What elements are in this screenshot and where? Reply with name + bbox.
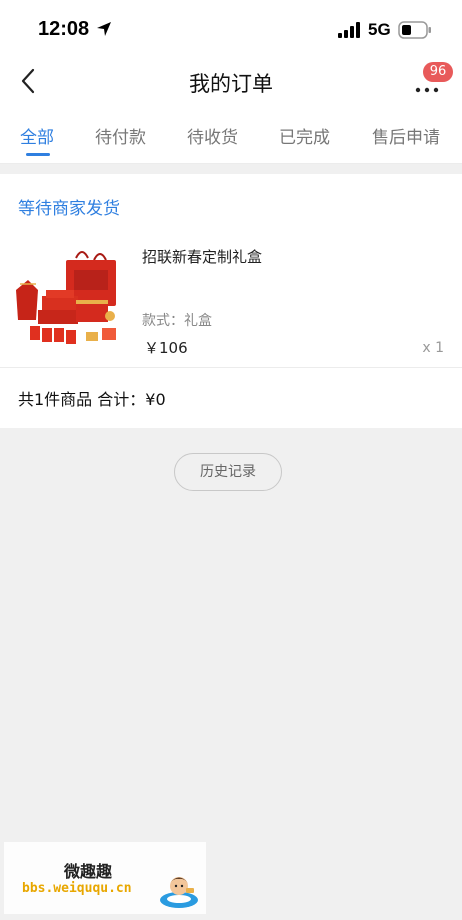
order-card[interactable]: 等待商家发货 招联新春定制礼盒 款式：礼盒 ￥106 x 1 共1件商品 合计：… [0, 174, 462, 428]
product-image[interactable] [10, 244, 126, 352]
tab-pending-payment[interactable]: 待付款 [95, 123, 146, 148]
mascot-icon [160, 877, 198, 908]
tab-after-sales[interactable]: 售后申请 [372, 123, 440, 148]
tab-all[interactable]: 全部 [20, 123, 54, 148]
history-button[interactable]: 历史记录 [174, 453, 282, 491]
battery-icon [398, 21, 431, 39]
status-bar: 12:08 5G [0, 0, 462, 56]
section-gap [0, 164, 462, 174]
location-arrow-icon [97, 22, 111, 36]
divider [0, 367, 462, 368]
tab-completed[interactable]: 已完成 [279, 123, 330, 148]
watermark-title: 微趣趣 [64, 862, 113, 881]
order-status: 等待商家发货 [18, 199, 120, 219]
product-spec: 款式：礼盒 [142, 313, 212, 329]
nav-header: 我的订单 [0, 56, 462, 106]
notification-badge: 96 [423, 62, 453, 82]
page-title: 我的订单 [189, 72, 273, 96]
watermark-url: bbs.weiququ.cn [22, 881, 132, 896]
status-time: 12:08 [38, 18, 90, 40]
product-price: ￥106 [144, 339, 188, 357]
watermark: 微趣趣 bbs.weiququ.cn [4, 842, 206, 914]
product-quantity: x 1 [422, 340, 444, 356]
network-type: 5G [368, 20, 391, 39]
tab-pending-receipt[interactable]: 待收货 [187, 123, 238, 148]
product-name[interactable]: 招联新春定制礼盒 [142, 246, 262, 267]
order-tabs: 全部 待付款 待收货 已完成 售后申请 [0, 106, 462, 164]
order-total: 共1件商品 合计：¥0 [18, 390, 166, 409]
cellular-signal-icon [338, 22, 360, 38]
active-tab-indicator [26, 153, 50, 156]
